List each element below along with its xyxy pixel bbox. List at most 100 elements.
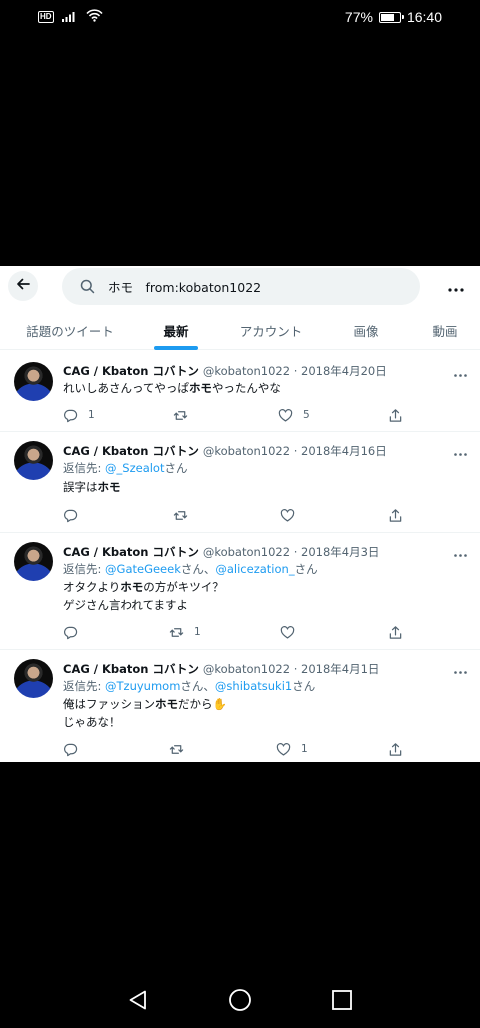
- reply-button[interactable]: [63, 623, 88, 641]
- reply-mention-link[interactable]: @alicezation_: [215, 562, 294, 576]
- reply-count: 1: [88, 409, 95, 421]
- avatar[interactable]: [14, 441, 53, 480]
- highlighted-term: ホモ: [97, 480, 121, 494]
- like-count: 1: [301, 743, 308, 755]
- share-button[interactable]: [388, 740, 403, 758]
- tweet-text: れいしあさんってやっぱホモやったんやな: [63, 379, 281, 397]
- tweet[interactable]: CAG / Kbaton コバトン @kobaton1022 · 2018年4月1…: [0, 433, 480, 533]
- retweet-button[interactable]: [173, 506, 198, 524]
- tab-photos[interactable]: 画像: [330, 310, 402, 350]
- reply-button[interactable]: [63, 740, 88, 758]
- more-horizontal-icon: [448, 277, 464, 296]
- nav-back-button[interactable]: [126, 988, 150, 1012]
- avatar[interactable]: [14, 542, 53, 581]
- share-button[interactable]: [388, 406, 403, 424]
- tweet-more-button[interactable]: [452, 661, 468, 675]
- tweet-more-button[interactable]: [452, 443, 468, 457]
- handle-date: @kobaton1022 · 2018年4月1日: [202, 662, 380, 676]
- more-horizontal-icon: [453, 659, 467, 678]
- text-part: の方がキツイ？: [143, 580, 224, 594]
- nav-recent-button[interactable]: [330, 988, 354, 1012]
- avatar[interactable]: [14, 362, 53, 401]
- tab-videos[interactable]: 動画: [410, 310, 480, 350]
- display-name[interactable]: CAG / Kbaton コバトン: [63, 444, 199, 458]
- triangle-back-icon: [129, 990, 146, 1010]
- tweet-header: CAG / Kbaton コバトン @kobaton1022 · 2018年4月1…: [63, 661, 379, 677]
- text-part: 誤字は: [63, 480, 98, 494]
- more-options-button[interactable]: [444, 274, 468, 298]
- share-button[interactable]: [388, 506, 403, 524]
- text-line: 俺はファッションホモだから✋: [63, 695, 227, 713]
- more-horizontal-icon: [453, 441, 467, 460]
- search-icon: [78, 278, 96, 296]
- reply-mention-link[interactable]: @Tzuyumom: [105, 679, 180, 693]
- reply-suffix: さん、: [180, 679, 215, 693]
- like-button[interactable]: [280, 623, 305, 641]
- search-header: ホモ from:kobaton1022: [0, 266, 480, 308]
- tweet-actions: [63, 506, 411, 524]
- signal-icon: [61, 9, 78, 25]
- system-nav-bar: [0, 970, 480, 1028]
- reply-prefix: 返信先:: [63, 562, 106, 576]
- display-name[interactable]: CAG / Kbaton コバトン: [63, 545, 199, 559]
- reply-button[interactable]: 1: [63, 406, 95, 424]
- more-horizontal-icon: [453, 362, 467, 381]
- back-button[interactable]: [8, 271, 38, 301]
- tweet-actions: 1 5: [63, 406, 411, 424]
- tweet-more-button[interactable]: [452, 544, 468, 558]
- search-query: ホモ from:kobaton1022: [108, 280, 262, 295]
- search-input[interactable]: ホモ from:kobaton1022: [62, 268, 420, 305]
- reply-context: 返信先: @Tzuyumomさん、@shibatsuki1さん: [63, 678, 315, 694]
- reply-suffix: さん: [294, 562, 318, 576]
- heart-icon: [278, 408, 293, 422]
- tweet[interactable]: CAG / Kbaton コバトン @kobaton1022 · 2018年4月1…: [0, 651, 480, 762]
- text-line: じゃあな！: [63, 713, 227, 731]
- nav-home-button[interactable]: [228, 988, 252, 1012]
- handle-date: @kobaton1022 · 2018年4月3日: [202, 545, 380, 559]
- like-button[interactable]: [280, 506, 305, 524]
- reply-button[interactable]: [63, 506, 88, 524]
- tweet-header: CAG / Kbaton コバトン @kobaton1022 · 2018年4月1…: [63, 443, 387, 459]
- tweet-text: 俺はファッションホモだから✋ じゃあな！: [63, 695, 227, 731]
- handle-date: @kobaton1022 · 2018年4月16日: [202, 444, 387, 458]
- status-bar: HD 77% 16:40: [0, 0, 480, 36]
- like-button[interactable]: 5: [278, 406, 310, 424]
- tweet-more-button[interactable]: [452, 364, 468, 378]
- tab-people[interactable]: アカウント: [222, 310, 320, 350]
- reply-mention-link[interactable]: @GateGeeek: [105, 562, 181, 576]
- heart-icon: [280, 625, 295, 639]
- square-recent-icon: [332, 990, 352, 1010]
- reply-suffix: さん: [164, 461, 188, 475]
- reply-suffix: さん、: [180, 562, 216, 576]
- retweet-button[interactable]: [173, 406, 198, 424]
- retweet-count: 1: [194, 626, 201, 638]
- like-button[interactable]: 1: [276, 740, 308, 758]
- reply-context: 返信先: @_Szealotさん: [63, 460, 187, 476]
- highlighted-term: ホモ: [120, 580, 144, 594]
- circle-home-icon: [229, 989, 251, 1011]
- reply-icon: [64, 743, 78, 756]
- retweet-icon: [169, 627, 184, 637]
- tweet-actions: 1: [63, 740, 411, 758]
- reply-icon: [64, 509, 78, 522]
- search-tabs: 話題のツイート 最新 アカウント 画像 動画: [0, 310, 480, 350]
- like-count: 5: [303, 409, 310, 421]
- avatar[interactable]: [14, 659, 53, 698]
- tab-latest[interactable]: 最新: [140, 310, 212, 350]
- reply-mention-link[interactable]: @shibatsuki1: [215, 679, 292, 693]
- status-right: 77% 16:40: [345, 9, 442, 25]
- arrow-left-icon: [15, 276, 31, 296]
- display-name[interactable]: CAG / Kbaton コバトン: [63, 364, 199, 378]
- reply-mention-link[interactable]: @_Szealot: [105, 461, 164, 475]
- retweet-button[interactable]: [169, 740, 194, 758]
- share-button[interactable]: [388, 623, 403, 641]
- tweet[interactable]: CAG / Kbaton コバトン @kobaton1022 · 2018年4月2…: [0, 352, 480, 432]
- tab-top[interactable]: 話題のツイート: [0, 310, 140, 350]
- heart-icon: [280, 508, 295, 522]
- retweet-button[interactable]: 1: [169, 623, 201, 641]
- battery-percent: 77%: [344, 9, 373, 25]
- text-part: ゲジさん言われてますよ: [63, 598, 189, 612]
- display-name[interactable]: CAG / Kbaton コバトン: [63, 662, 199, 676]
- tweet[interactable]: CAG / Kbaton コバトン @kobaton1022 · 2018年4月3…: [0, 534, 480, 650]
- tab-label: 最新: [163, 323, 189, 339]
